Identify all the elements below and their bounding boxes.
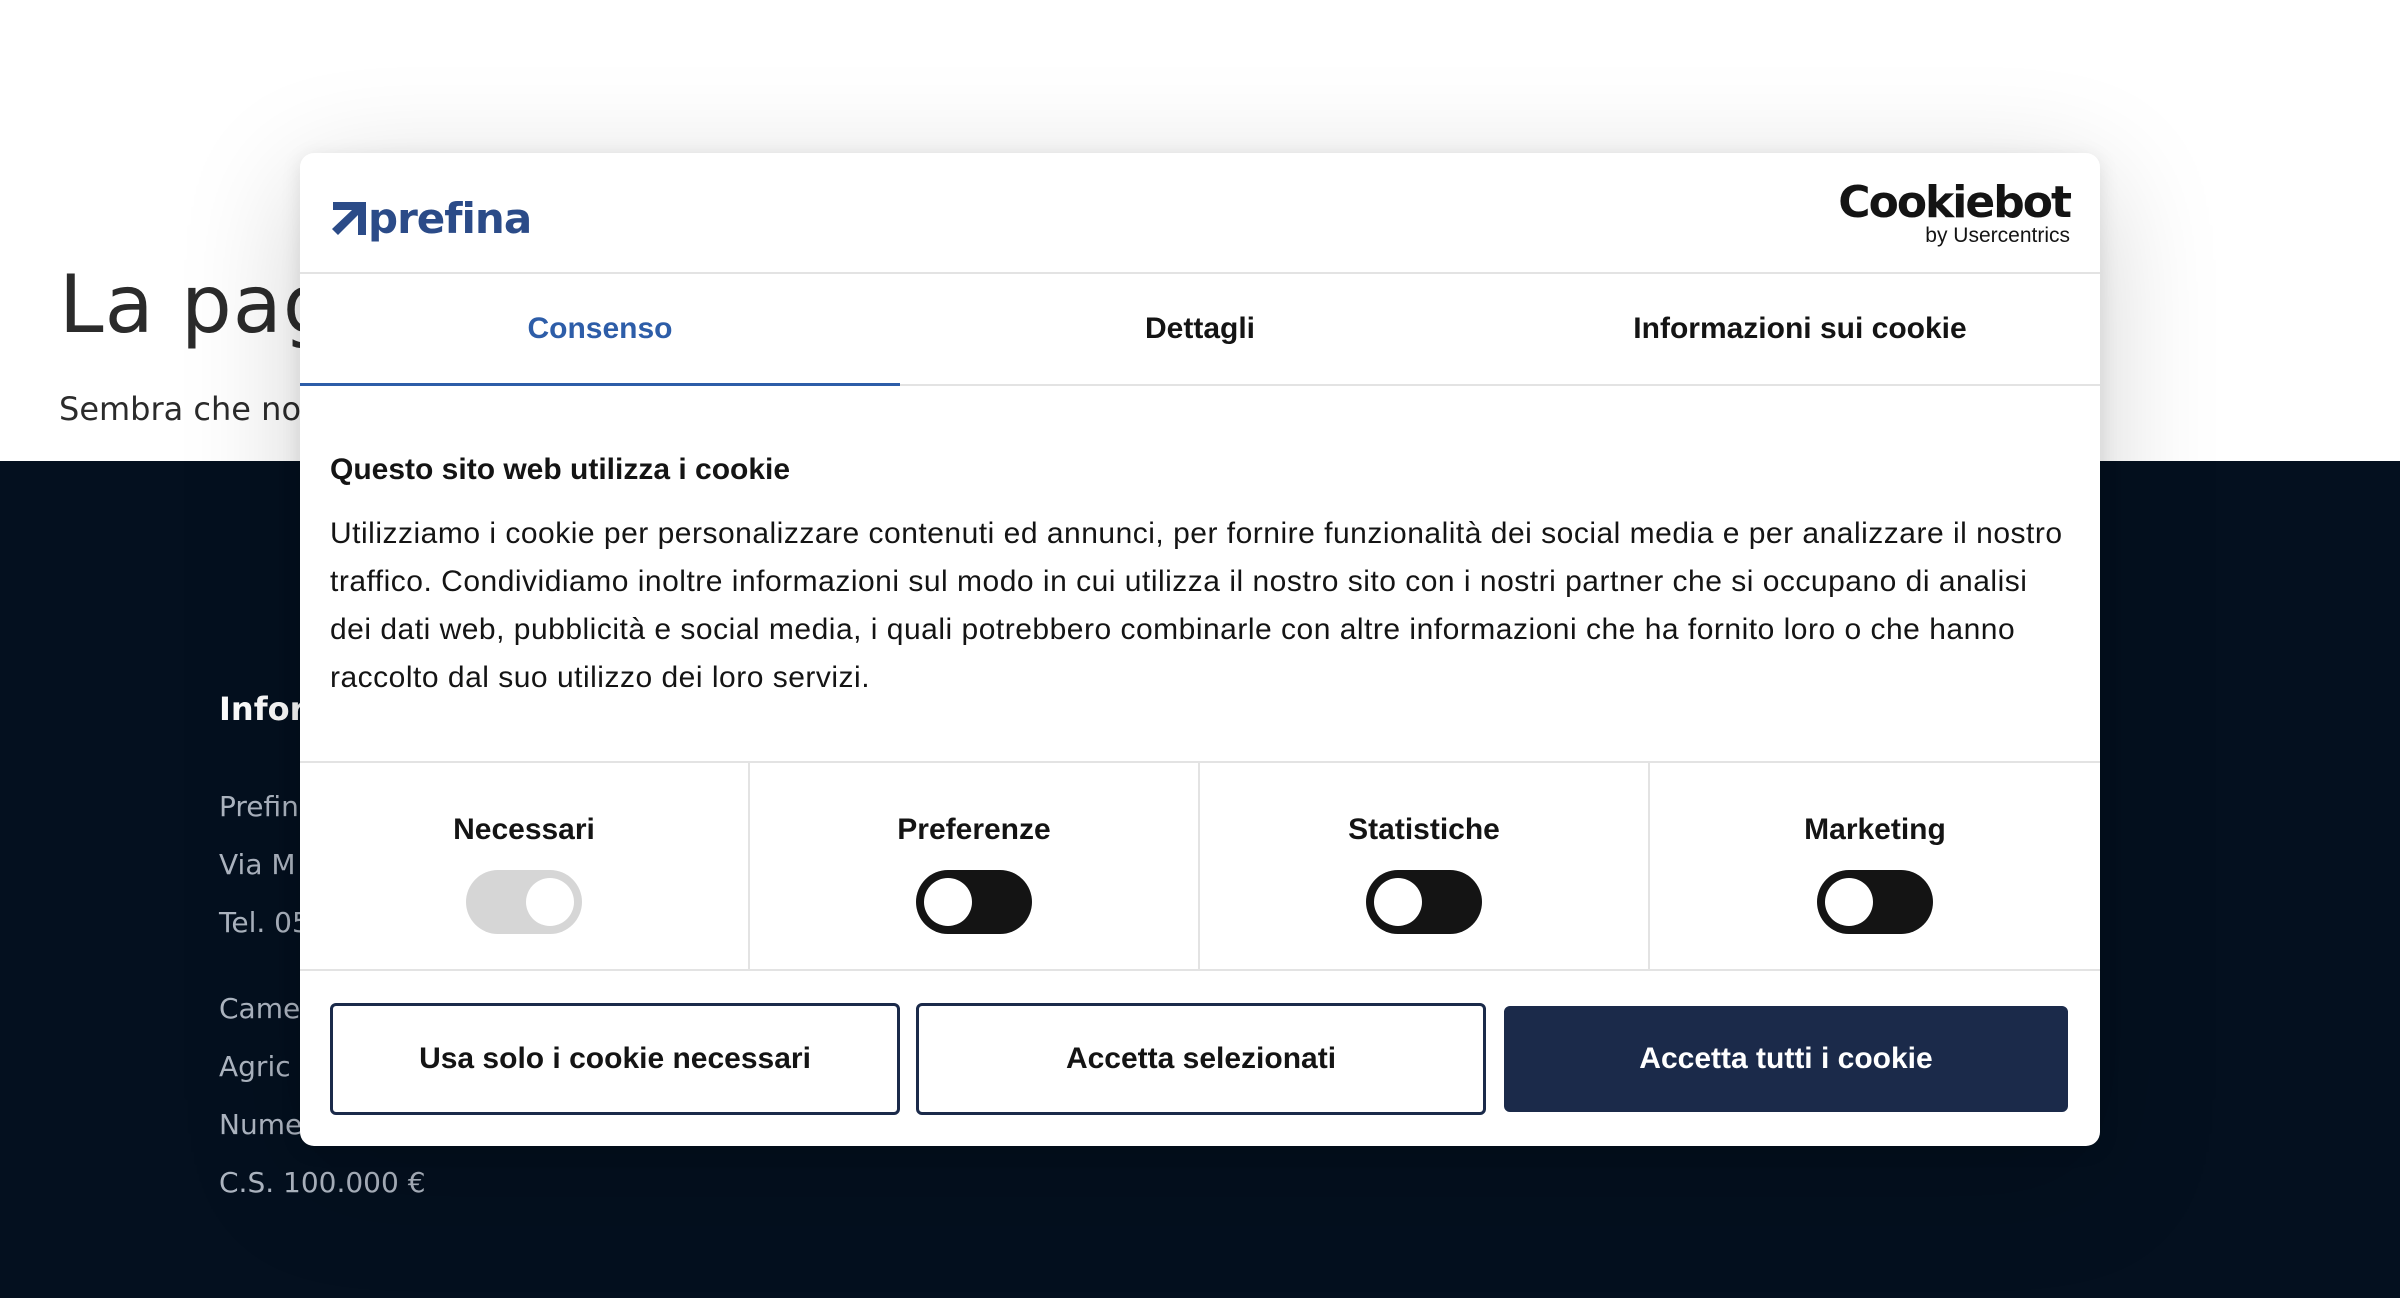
footer-line: C.S. 100.000 € xyxy=(219,1166,426,1199)
footer-line: Nume xyxy=(219,1108,303,1141)
page-subtitle: Sembra che non xyxy=(59,390,322,428)
footer-heading: Infor xyxy=(219,690,306,728)
toggle-cell-statistiche: Statistiche xyxy=(1200,763,1650,969)
toggle-cell-preferenze: Preferenze xyxy=(750,763,1200,969)
footer-line: Agric xyxy=(219,1050,291,1083)
cookiebot-name: Cookiebot xyxy=(1838,177,2072,228)
tab-informazioni[interactable]: Informazioni sui cookie xyxy=(1500,274,2100,384)
cookiebot-logo[interactable]: Cookiebot by Usercentrics xyxy=(1838,177,2072,247)
cookiebot-sub: by Usercentrics xyxy=(1925,224,2070,247)
tab-consenso[interactable]: Consenso xyxy=(300,274,900,386)
brand-name: prefina xyxy=(368,193,532,243)
toggle-knob xyxy=(1825,878,1873,926)
accept-all-cookies-button[interactable]: Accetta tutti i cookie xyxy=(1504,1006,2068,1112)
brand-logo: prefina xyxy=(330,193,532,243)
footer-line: Came xyxy=(219,992,301,1025)
consent-toggles: Necessari Preferenze Statistiche Marketi… xyxy=(300,761,2100,971)
tab-dettagli[interactable]: Dettagli xyxy=(900,274,1500,384)
consent-heading: Questo sito web utilizza i cookie xyxy=(330,453,791,486)
toggle-knob xyxy=(924,878,972,926)
toggle-knob xyxy=(526,878,574,926)
toggle-cell-marketing: Marketing xyxy=(1650,763,2100,969)
toggle-cell-necessari: Necessari xyxy=(300,763,750,969)
toggle-label-necessari: Necessari xyxy=(453,813,595,846)
footer-line: Tel. 05 xyxy=(219,906,310,939)
arrow-up-right-icon xyxy=(330,198,370,238)
toggle-label-statistiche: Statistiche xyxy=(1348,813,1500,846)
footer-line: Via M xyxy=(219,848,296,881)
footer-line: Prefin xyxy=(219,790,299,823)
toggle-label-preferenze: Preferenze xyxy=(897,813,1051,846)
dialog-tabs: Consenso Dettagli Informazioni sui cooki… xyxy=(300,274,2100,386)
dialog-header: prefina Cookiebot by Usercentrics xyxy=(300,153,2100,274)
accept-selected-button[interactable]: Accetta selezionati xyxy=(916,1003,1486,1115)
toggle-label-marketing: Marketing xyxy=(1804,813,1946,846)
marketing-toggle[interactable] xyxy=(1817,870,1933,934)
statistiche-toggle[interactable] xyxy=(1366,870,1482,934)
necessari-toggle xyxy=(466,870,582,934)
page-title: La pag xyxy=(59,258,335,351)
cookie-consent-dialog: prefina Cookiebot by Usercentrics Consen… xyxy=(300,153,2100,1146)
use-necessary-cookies-button[interactable]: Usa solo i cookie necessari xyxy=(330,1003,900,1115)
consent-description: Utilizziamo i cookie per personalizzare … xyxy=(330,517,2063,694)
preferenze-toggle[interactable] xyxy=(916,870,1032,934)
toggle-knob xyxy=(1374,878,1422,926)
